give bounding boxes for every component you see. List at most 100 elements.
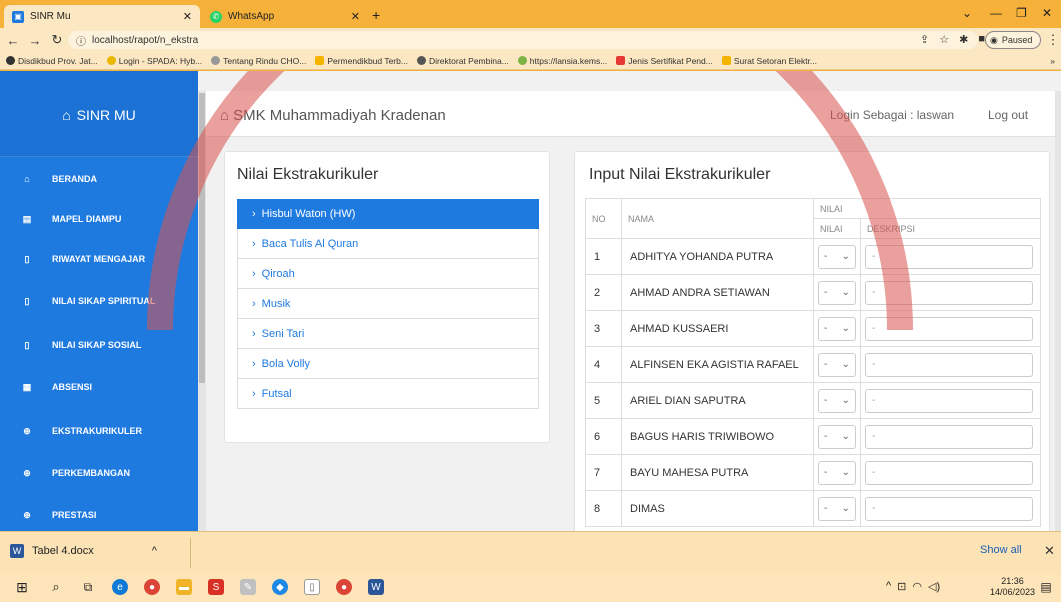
deskripsi-value: - [872,395,876,406]
more-bookmarks-icon[interactable]: » [1050,56,1061,66]
chevron-up-icon[interactable]: ^ [886,580,891,593]
logout-link[interactable]: Log out [988,108,1028,122]
app-icon[interactable]: S [208,579,224,595]
table-row: 8 DIMAS - ⌄ - [585,490,1041,527]
wifi-icon[interactable]: ◠ [912,580,922,593]
bookmark-item[interactable]: Login - SPADA: Hyb... [106,56,202,66]
deskripsi-input[interactable]: - [865,496,1033,521]
profile-paused-button[interactable]: ◉ Paused [985,31,1042,49]
paint-icon[interactable]: ✎ [240,579,256,595]
bookmark-item[interactable]: https://lansia.kems... [517,56,607,66]
show-all-button[interactable]: Show all [980,544,1022,556]
sidebar-item-beranda[interactable]: ⌂ BERANDA [0,161,198,197]
file-explorer-icon[interactable]: ▬ [176,579,192,595]
sidebar-item-ekstrakurikuler[interactable]: ⊕ EKSTRAKURIKULER [0,413,198,449]
deskripsi-value: - [872,359,876,370]
sidebar-item-absensi[interactable]: ▦ ABSENSI [0,369,198,405]
reload-icon[interactable]: ↻ [48,32,66,48]
forward-icon[interactable]: → [26,33,44,48]
sidebar-item-mapel-diampu[interactable]: ▤ MAPEL DIAMPU [0,201,198,237]
table-row: 1 ADHITYA YOHANDA PUTRA - ⌄ - [585,238,1041,275]
globe-icon: ⊕ [23,509,31,520]
deskripsi-input[interactable]: - [865,460,1033,485]
task-view-icon[interactable]: ⧉ [80,579,96,595]
bookmark-item[interactable]: Permendikbud Terb... [315,56,408,66]
bookmark-item[interactable]: Disdikbud Prov. Jat... [6,56,98,66]
sidebar-brand[interactable]: ⌂ SINR MU [0,71,198,157]
sidebar-item-prestasi[interactable]: ⊕ PRESTASI [0,497,198,531]
tab-whatsapp[interactable]: ✆ WhatsApp ✕ [202,5,368,28]
edge-icon[interactable]: e [112,579,128,595]
sidebar-item-nilai-sikap-spiritual[interactable]: ▯ NILAI SIKAP SPIRITUAL [0,283,198,319]
chrome-icon[interactable]: ● [336,579,352,595]
deskripsi-input[interactable]: - [865,388,1033,413]
ekstra-item[interactable]: › Musik [237,289,539,319]
page-scrollbar[interactable] [1055,91,1061,531]
nilai-cell: - ⌄ [813,454,861,491]
deskripsi-cell: - [860,274,1041,311]
windows-start-icon[interactable]: ⊞ [14,579,30,595]
row-nama: BAYU MAHESA PUTRA [621,454,814,491]
chrome-icon[interactable]: ● [144,579,160,595]
speaker-icon[interactable]: ◁) [928,580,940,593]
ekstra-item[interactable]: › Bola Volly [237,349,539,379]
url-field[interactable]: ⓘ localhost/rapot/n_ekstra [68,31,978,49]
ekstra-item[interactable]: › Hisbul Waton (HW) [237,199,539,229]
nilai-select[interactable]: - ⌄ [818,352,856,377]
app-icon[interactable]: ◆ [272,579,288,595]
ekstra-item[interactable]: › Seni Tari [237,319,539,349]
nilai-select[interactable]: - ⌄ [818,280,856,305]
search-icon[interactable]: ⌕ [48,579,64,595]
ekstra-label: Baca Tulis Al Quran [261,237,359,250]
notification-icon[interactable]: ▤ [1038,579,1054,595]
word-icon[interactable]: W [368,579,384,595]
new-tab-button[interactable]: + [372,7,380,23]
close-tab-icon[interactable]: ✕ [183,10,192,23]
close-window-icon[interactable]: ✕ [1042,6,1052,20]
col-header-nilai: NILAI [813,218,861,239]
nilai-select[interactable]: - ⌄ [818,316,856,341]
sidebar-item-perkembangan[interactable]: ⊕ PERKEMBANGAN [0,455,198,491]
chevron-up-icon[interactable]: ^ [152,545,157,557]
deskripsi-value: - [872,431,876,442]
bookmark-item[interactable]: Jenis Sertifikat Pend... [616,56,713,66]
ekstra-item[interactable]: › Baca Tulis Al Quran [237,229,539,259]
deskripsi-input[interactable]: - [865,424,1033,449]
sidepanel-icon[interactable]: ■ [978,33,985,46]
tab-search-icon[interactable]: ⌄ [962,6,972,20]
bookmark-item[interactable]: Direktorat Pembina... [416,56,509,66]
network-icon[interactable]: ⊡ [897,580,906,593]
bookmark-item[interactable]: Surat Setoran Elektr... [721,56,817,66]
ekstra-item[interactable]: › Futsal [237,379,539,409]
back-icon[interactable]: ← [4,33,22,48]
menu-icon[interactable]: ⋮ [1044,32,1061,48]
clock[interactable]: 21:36 14/06/2023 [990,576,1035,598]
nilai-select[interactable]: - ⌄ [818,388,856,413]
tab-sinr-mu[interactable]: ▣ SINR Mu ✕ [4,5,200,28]
bookmark-star-icon[interactable]: ☆ [939,33,949,46]
notepad-icon[interactable]: ▯ [304,579,320,595]
deskripsi-input[interactable]: - [865,352,1033,377]
nilai-select[interactable]: - ⌄ [818,424,856,449]
deskripsi-input[interactable]: - [865,244,1033,269]
deskripsi-input[interactable]: - [865,316,1033,341]
school-name: ⌂ SMK Muhammadiyah Kradenan [220,107,446,124]
download-item[interactable]: W Tabel 4.docx ^ [10,544,157,558]
close-tab-icon[interactable]: ✕ [351,10,360,23]
nilai-select[interactable]: - ⌄ [818,244,856,269]
close-download-bar-icon[interactable]: ✕ [1044,543,1055,559]
share-icon[interactable]: ⇪ [920,33,929,46]
info-icon[interactable]: ⓘ [76,33,86,48]
sidebar-item-nilai-sikap-sosial[interactable]: ▯ NILAI SIKAP SOSIAL [0,327,198,363]
minimize-icon[interactable]: — [990,6,1002,20]
bookmark-item[interactable]: Tentang Rindu CHO... [211,56,306,66]
deskripsi-input[interactable]: - [865,280,1033,305]
restore-icon[interactable]: ❐ [1016,6,1027,20]
top-navbar: ⌂ SMK Muhammadiyah Kradenan Login Sebagai… [206,91,1055,137]
sidebar-item-riwayat-mengajar[interactable]: ▯ RIWAYAT MENGAJAR [0,241,198,277]
ekstra-item[interactable]: › Qiroah [237,259,539,289]
extensions-icon[interactable]: ✱ [959,33,968,46]
sidebar-scrollbar-thumb[interactable] [199,93,205,383]
nilai-select[interactable]: - ⌄ [818,496,856,521]
nilai-select[interactable]: - ⌄ [818,460,856,485]
